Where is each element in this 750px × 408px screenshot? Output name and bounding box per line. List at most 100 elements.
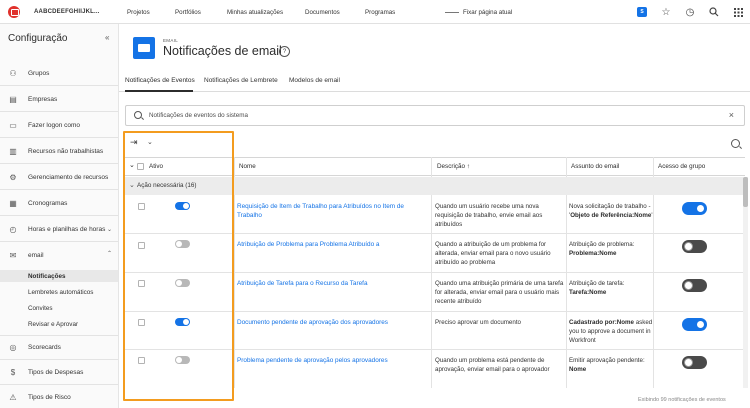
table-search-icon[interactable] [731, 139, 740, 148]
sidebar-item-despesas[interactable]: $ Tipos de Despesas [8, 365, 84, 379]
search-input[interactable]: Notificações de eventos do sistema × [125, 105, 745, 126]
sidebar-divider [0, 359, 118, 360]
setup-sidebar: Configuração « ⚇ Grupos ▤ Empresas ▭ Fazer … [0, 24, 119, 408]
workfront-logo-icon[interactable] [8, 5, 20, 18]
column-header-descricao[interactable]: Descrição ↑ [437, 163, 470, 170]
sidebar-subitem-lembretes[interactable]: Lembretes automáticos [28, 289, 93, 296]
email-icon: ✉ [9, 250, 17, 260]
notification-description: Quando uma atribuição primária de uma ta… [435, 280, 564, 305]
sidebar-item-label: Horas e planilhas de horas [28, 225, 106, 233]
group-access-toggle[interactable] [682, 202, 707, 215]
sidebar-divider [0, 85, 118, 86]
notification-name-link[interactable]: Atribuição de Tarefa para o Recurso da T… [237, 279, 429, 288]
nav-link-programas[interactable]: Programas [365, 9, 395, 16]
nav-link-projetos[interactable]: Projetos [127, 9, 150, 16]
group-access-toggle[interactable] [682, 240, 707, 253]
sidebar-item-empresas[interactable]: ▤ Empresas [8, 92, 57, 106]
resource-management-icon: ⚙ [9, 172, 17, 182]
grid-icon[interactable] [726, 0, 750, 24]
column-header-acesso-grupo[interactable]: Acesso de grupo [658, 163, 705, 170]
sidebar-item-label: Empresas [28, 95, 58, 103]
sidebar-item-fazer-logon[interactable]: ▭ Fazer logon como [8, 118, 80, 132]
notification-name-link[interactable]: Requisição de Item de Trabalho para Atri… [237, 202, 429, 220]
page-title: Notificações de email [163, 44, 282, 58]
sidebar-divider [0, 137, 118, 138]
results-count: Exibindo 99 notificações de eventos [638, 397, 726, 403]
tab-notificacoes-lembrete[interactable]: Notificações de Lembrete [204, 77, 278, 84]
expense-icon: $ [10, 367, 16, 377]
organization-name[interactable]: AABCDEEFGHIIJKL... [34, 9, 100, 15]
chevron-down-icon[interactable]: ⌄ [107, 226, 112, 233]
notification-name-link[interactable]: Problema pendente de aprovação pelos apr… [237, 356, 429, 365]
sidebar-item-scorecards[interactable]: ◎ Scorecards [8, 340, 61, 354]
sidebar-subitem-convites[interactable]: Convites [28, 305, 53, 312]
email-subject: Cadastrado por:Nome asked you to approve… [569, 319, 653, 344]
notification-description: Preciso aprovar um documento [435, 319, 521, 326]
active-tab-indicator [125, 90, 193, 92]
star-icon[interactable]: ☆ [654, 0, 678, 24]
search-icon[interactable] [702, 0, 726, 24]
nav-link-documentos[interactable]: Documentos [305, 9, 340, 16]
notification-description: Quando um problema está pendente de apro… [435, 357, 550, 373]
search-icon [134, 111, 142, 119]
chevron-up-icon[interactable]: ⌃ [107, 250, 112, 257]
column-header-nome[interactable]: Nome [239, 163, 256, 170]
table-scrollbar[interactable] [743, 177, 748, 388]
sidebar-item-risco[interactable]: ⚠ Tipos de Risco [8, 390, 70, 404]
notification-name-link[interactable]: Documento pendente de aprovação dos apro… [237, 318, 429, 327]
group-access-toggle[interactable] [682, 318, 707, 331]
notification-name-link[interactable]: Atribuição de Problema para Problema Atr… [237, 240, 429, 249]
sidebar-item-label: email [28, 251, 44, 259]
sidebar-item-recursos[interactable]: ▥ Recursos não trabalhistas [8, 144, 103, 158]
user-badge[interactable]: S [637, 7, 647, 17]
history-icon[interactable]: ◷ [678, 0, 702, 24]
scorecard-icon: ◎ [9, 342, 17, 352]
resources-icon: ▥ [9, 146, 17, 156]
sidebar-item-label: Recursos não trabalhistas [28, 147, 104, 155]
sidebar-item-horas[interactable]: ◴ Horas e planilhas de horas [8, 222, 106, 236]
email-subject: Atribuição de tarefa: Tarefa:Nome [569, 280, 625, 296]
sidebar-subitem-notificacoes[interactable]: Notificações [28, 273, 65, 280]
search-text: Notificações de eventos do sistema [149, 112, 249, 119]
company-icon: ▤ [9, 94, 17, 104]
clock-icon: ◴ [9, 224, 17, 234]
email-header-icon [133, 37, 155, 59]
sidebar-subitem-revisar[interactable]: Revisar e Aprovar [28, 321, 78, 328]
group-access-toggle[interactable] [682, 356, 707, 369]
nav-link-portfolios[interactable]: Portfólios [175, 9, 201, 16]
tab-notificacoes-eventos[interactable]: Notificações de Eventos [125, 77, 195, 84]
notification-description: Quando a atribuição de um problema for a… [435, 241, 551, 266]
groups-icon: ⚇ [9, 68, 17, 78]
pin-page-label: Fixar página atual [463, 8, 513, 16]
clear-search-icon[interactable]: × [729, 110, 734, 120]
sidebar-item-email[interactable]: ✉ email [8, 248, 44, 262]
email-subject: Nova solicitação de trabalho - 'Objeto d… [569, 203, 653, 219]
sidebar-divider [0, 111, 118, 112]
pin-separator [445, 11, 459, 13]
collapse-sidebar-icon[interactable]: « [105, 33, 109, 42]
pin-page-button[interactable]: Fixar página atual [445, 0, 512, 24]
sidebar-item-label: Tipos de Despesas [28, 368, 84, 376]
sidebar-item-label: Grupos [28, 69, 50, 77]
sidebar-item-cronogramas[interactable]: ▦ Cronogramas [8, 196, 67, 210]
calendar-icon: ▦ [9, 198, 17, 208]
help-icon[interactable]: ? [279, 46, 290, 57]
sidebar-item-label: Scorecards [28, 343, 61, 351]
column-header-assunto[interactable]: Assunto do email [571, 163, 619, 170]
sidebar-item-grupos[interactable]: ⚇ Grupos [8, 66, 49, 80]
page-category: EMAIL [163, 38, 179, 43]
sidebar-divider [0, 335, 118, 336]
sidebar-divider [0, 215, 118, 216]
scrollbar-thumb[interactable] [743, 177, 748, 207]
group-access-toggle[interactable] [682, 279, 707, 292]
sidebar-item-gerenciamento[interactable]: ⚙ Gerenciamento de recursos [8, 170, 108, 184]
nav-link-minhas-atualizacoes[interactable]: Minhas atualizações [227, 9, 283, 16]
notification-description: Quando um usuário recebe uma nova requis… [435, 203, 543, 228]
email-subject: Emitir aprovação pendente: Nome [569, 357, 645, 373]
sidebar-item-label: Gerenciamento de recursos [28, 173, 109, 181]
login-icon: ▭ [9, 120, 17, 130]
tab-bar: Notificações de Eventos Notificações de … [119, 72, 750, 92]
tab-modelos-email[interactable]: Modelos de email [289, 77, 340, 84]
risk-icon: ⚠ [9, 392, 17, 402]
sidebar-divider [0, 163, 118, 164]
